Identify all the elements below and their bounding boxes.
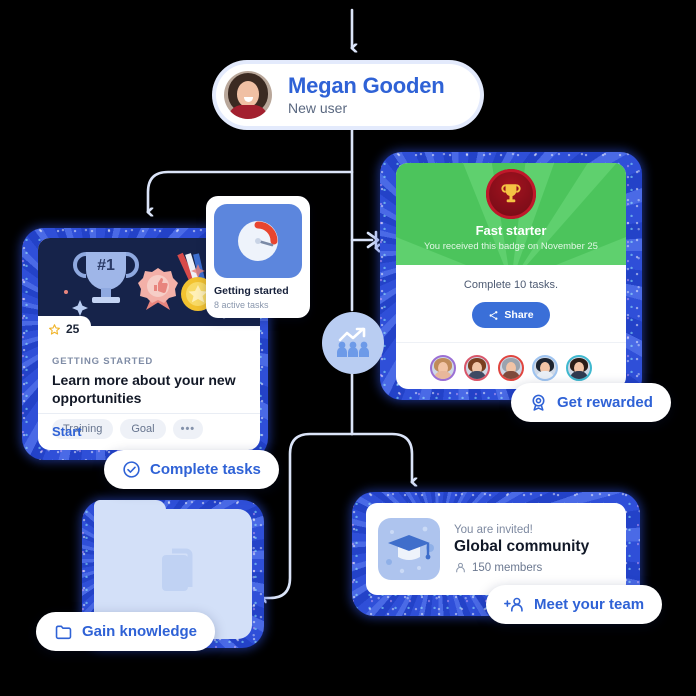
trophy-number-one-icon: #1 (72, 252, 140, 303)
avatar[interactable] (464, 355, 490, 381)
user-name: Megan Gooden (288, 72, 445, 98)
check-circle-icon (123, 461, 140, 478)
pill-get-rewarded[interactable]: Get rewarded (511, 383, 671, 422)
task-points-chip: 25 (38, 316, 92, 342)
task-category: GETTING STARTED (52, 356, 154, 367)
pill-label: Meet your team (534, 596, 645, 613)
share-button-label: Share (504, 309, 534, 321)
star-icon (49, 323, 60, 335)
badge-card-hero: Fast starter You received this badge on … (396, 163, 626, 265)
member-count: 150 members (472, 561, 543, 574)
widget-subtitle: 8 active tasks (214, 300, 269, 310)
avatar[interactable] (498, 355, 524, 381)
badge-description: Complete 10 tasks. (463, 279, 559, 291)
user-identity-card[interactable]: Megan Gooden New user (216, 64, 480, 126)
pill-complete-tasks[interactable]: Complete tasks (104, 450, 279, 489)
avatar (224, 71, 272, 119)
pill-label: Gain knowledge (82, 623, 198, 640)
invite-eyebrow: You are invited! (454, 524, 533, 536)
growth-community-icon (337, 327, 369, 357)
task-points-value: 25 (66, 322, 80, 336)
badge-card[interactable]: Fast starter You received this badge on … (396, 163, 626, 389)
pill-label: Complete tasks (150, 461, 261, 478)
badge-received-date: You received this badge on November 25 (424, 241, 598, 252)
widget-title: Getting started (214, 285, 289, 297)
badge-title: Fast starter (475, 223, 547, 238)
getting-started-widget[interactable]: Getting started 8 active tasks (206, 196, 310, 318)
pill-label: Get rewarded (557, 394, 653, 411)
task-start-link[interactable]: Start (52, 424, 82, 439)
community-members: 150 members (454, 561, 589, 574)
flow-diagram-canvas: Megan Gooden New user #1 25 GETTING STAR… (0, 0, 696, 696)
task-card-footer: Start (38, 413, 260, 450)
trophy-icon (486, 169, 536, 219)
community-invite-card[interactable]: You are invited! Global community 150 me… (366, 503, 626, 595)
share-icon (489, 310, 498, 320)
speedometer-gauge-icon (214, 204, 302, 278)
folder-icon (55, 625, 72, 640)
pill-gain-knowledge[interactable]: Gain knowledge (36, 612, 216, 651)
graduation-cap-icon (378, 518, 440, 580)
person-icon (456, 562, 465, 573)
pill-meet-your-team[interactable]: Meet your team (486, 585, 663, 624)
task-title: Learn more about your new opportunities (52, 372, 236, 406)
svg-text:#1: #1 (97, 257, 115, 274)
community-title: Global community (454, 538, 590, 555)
badge-avatar-list (396, 342, 626, 381)
growth-community-hub-node[interactable] (322, 312, 384, 374)
thumbs-up-rosette-icon (138, 268, 178, 310)
award-ribbon-icon (532, 394, 545, 411)
add-person-icon (504, 597, 523, 612)
avatar[interactable] (532, 355, 558, 381)
avatar[interactable] (566, 355, 592, 381)
share-button[interactable]: Share (472, 302, 550, 328)
avatar[interactable] (430, 355, 456, 381)
user-role: New user (288, 100, 348, 117)
